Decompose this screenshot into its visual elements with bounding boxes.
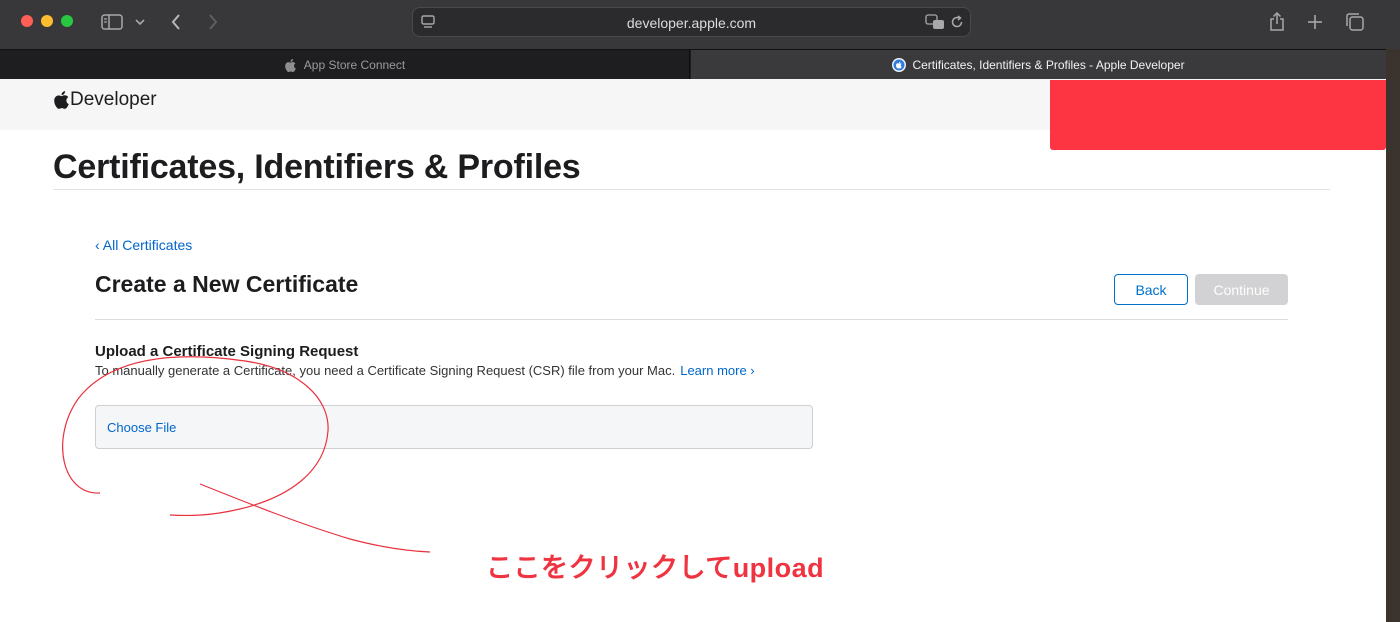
tab-apple-developer[interactable]: Certificates, Identifiers & Profiles - A… [691,50,1386,80]
back-arrow-icon[interactable] [166,10,186,34]
translate-icon[interactable] [925,12,945,32]
annotation-text: ここをクリックしてupload [486,553,825,583]
forward-arrow-icon[interactable] [203,10,223,34]
share-icon[interactable] [1266,10,1288,34]
web-page: Developer Certificates, Identifiers & Pr… [0,79,1386,622]
apple-logo-icon [284,58,298,72]
apple-developer-favicon-icon [892,58,907,72]
chevron-down-icon[interactable] [134,10,146,34]
address-bar[interactable]: developer.apple.com [412,7,971,37]
tab-app-store-connect[interactable]: App Store Connect [0,50,690,80]
window-edge [1386,49,1400,622]
tab-label: App Store Connect [303,58,406,72]
minimize-window-button[interactable] [41,15,53,27]
new-tab-icon[interactable] [1304,10,1326,34]
close-window-button[interactable] [21,15,33,27]
reload-icon[interactable] [948,12,966,32]
sidebar-toggle-icon[interactable] [100,10,124,34]
url-text: developer.apple.com [626,15,757,31]
annotation-circle-arrow [62,356,431,553]
browser-toolbar: developer.apple.com [0,0,1400,49]
tab-overview-icon[interactable] [1343,10,1367,34]
tab-bar: App Store Connect Certificates, Identifi… [0,49,1386,80]
tab-label: Certificates, Identifiers & Profiles - A… [912,58,1185,72]
zoom-window-button[interactable] [61,15,73,27]
